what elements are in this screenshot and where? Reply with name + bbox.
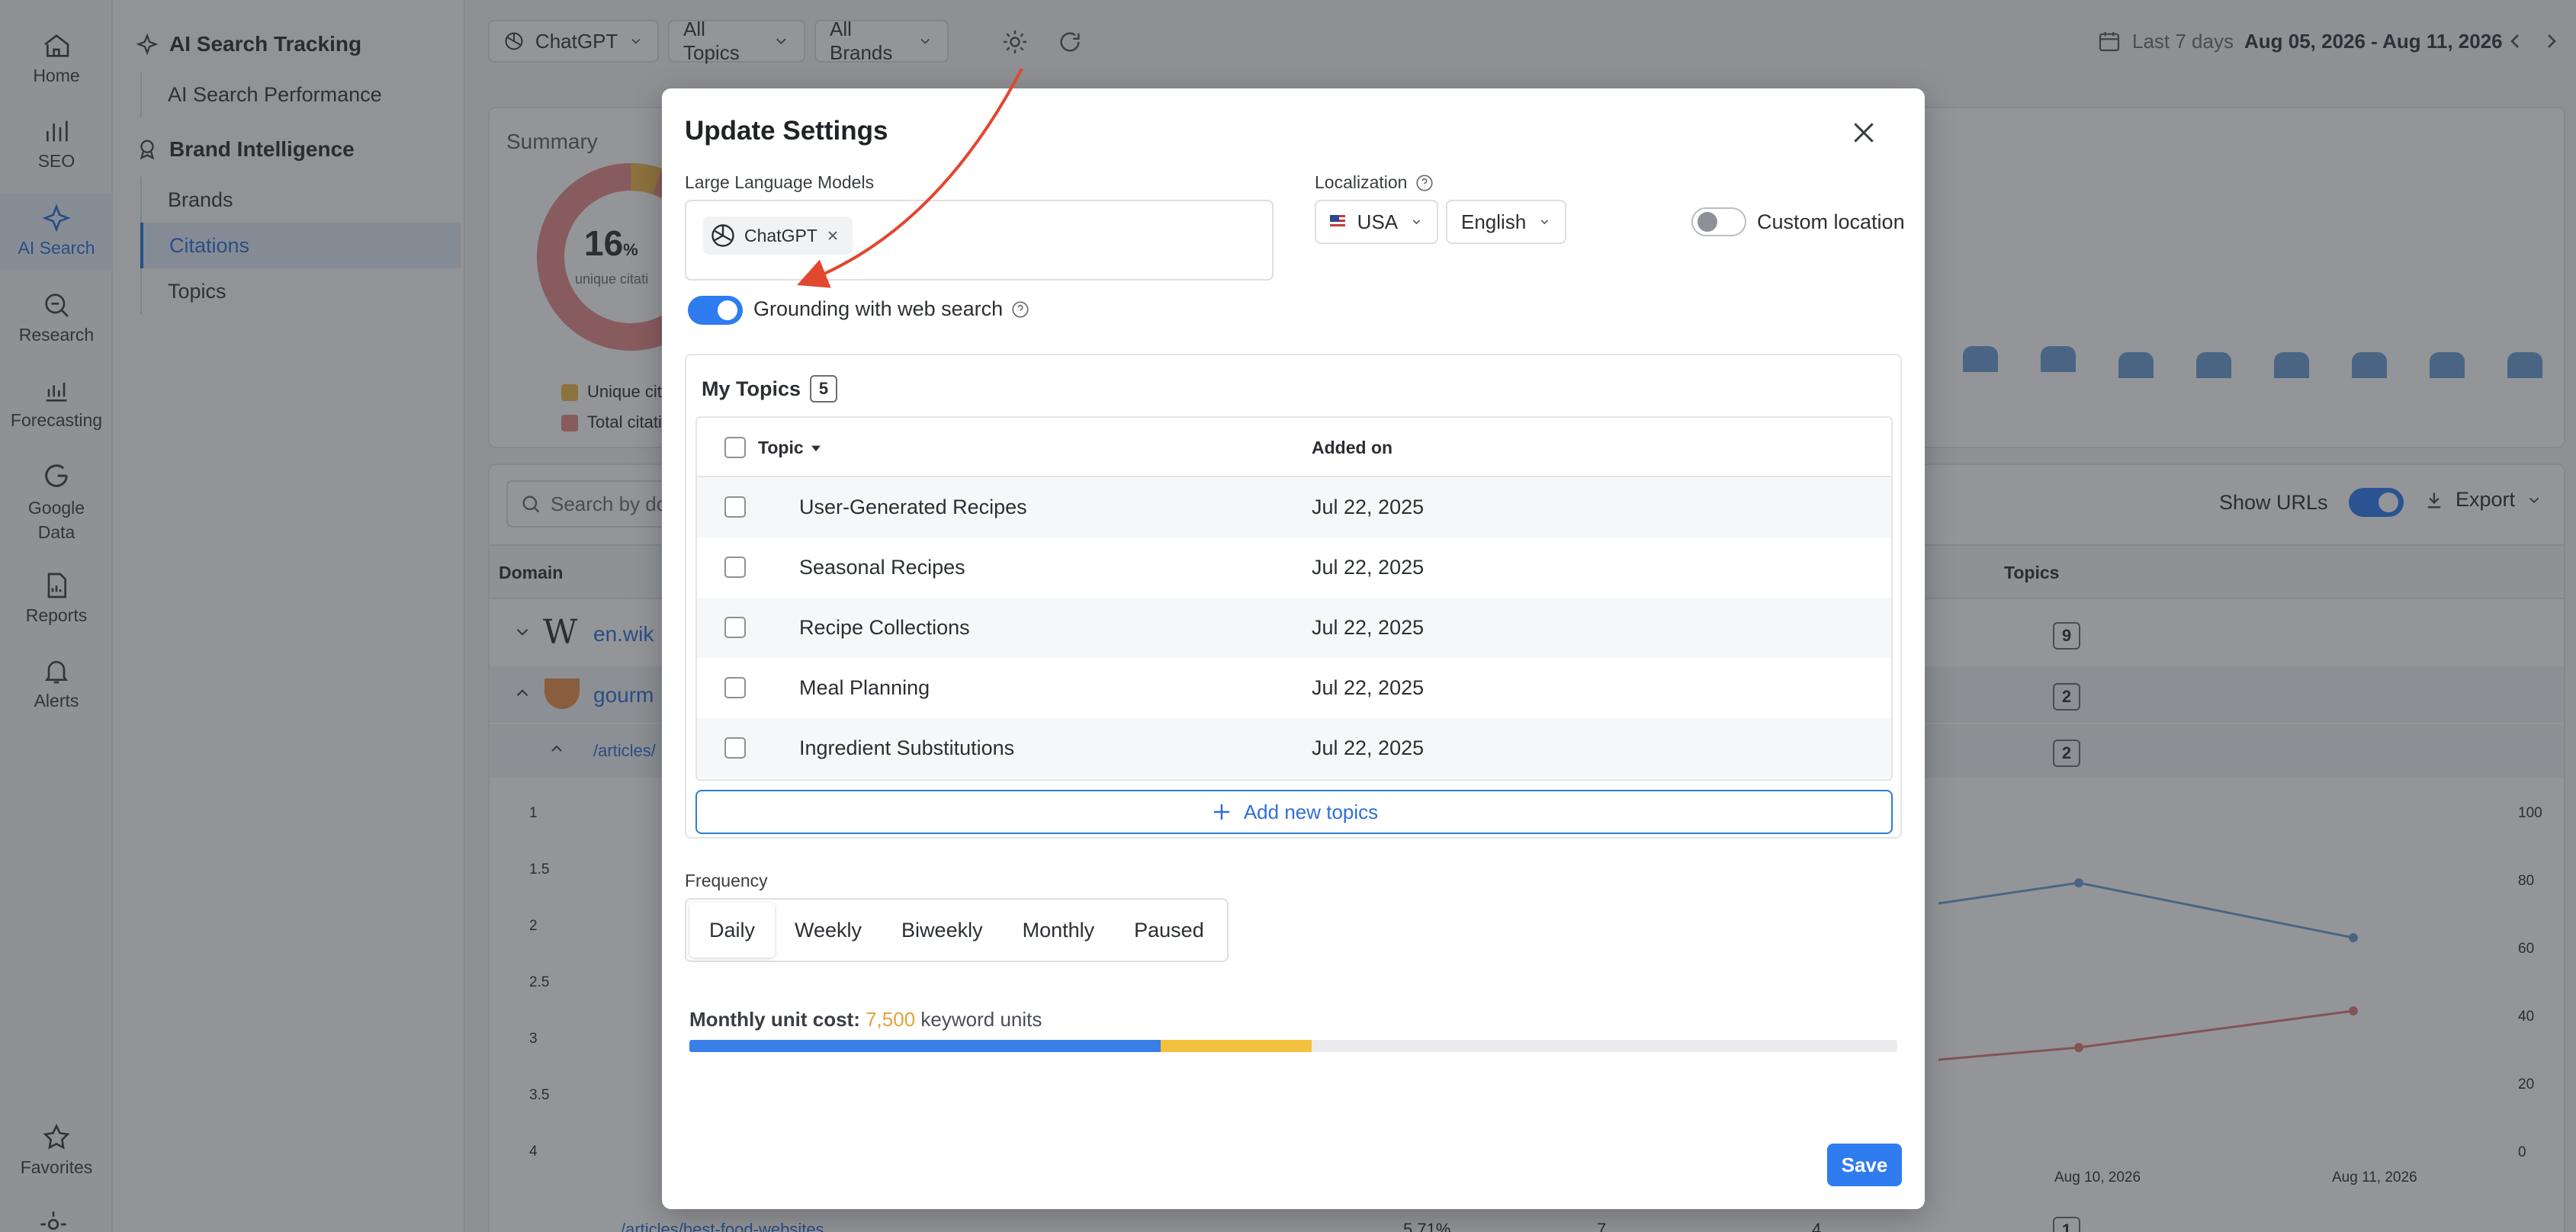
- table-row[interactable]: Ingredient Substitutions Jul 22, 2025: [697, 718, 1891, 778]
- my-topics-title: My Topics 5: [702, 375, 838, 403]
- frequency-selector: Daily Weekly Biweekly Monthly Paused: [685, 898, 1229, 962]
- save-button[interactable]: Save: [1827, 1144, 1902, 1186]
- col-topic-header[interactable]: Topic: [758, 438, 824, 458]
- frequency-paused[interactable]: Paused: [1114, 903, 1224, 958]
- row-checkbox[interactable]: [724, 557, 746, 578]
- topics-count-badge: 5: [810, 375, 838, 403]
- us-flag-icon: [1330, 215, 1345, 229]
- topics-table-header: Topic Added on: [697, 418, 1891, 477]
- sort-desc-icon: [811, 445, 821, 451]
- table-row[interactable]: User-Generated Recipes Jul 22, 2025: [697, 477, 1891, 537]
- add-topics-button[interactable]: Add new topics: [695, 790, 1893, 834]
- frequency-daily[interactable]: Daily: [689, 903, 776, 958]
- table-row[interactable]: Seasonal Recipes Jul 22, 2025: [697, 537, 1891, 598]
- monthly-cost: Monthly unit cost: 7,500 keyword units: [689, 1008, 1042, 1031]
- table-row[interactable]: Meal Planning Jul 22, 2025: [697, 658, 1891, 718]
- table-row[interactable]: Recipe Collections Jul 22, 2025: [697, 598, 1891, 658]
- localization-label: Localization: [1315, 172, 1434, 193]
- my-topics-panel: My Topics 5 Topic Added on User-Generate…: [685, 354, 1902, 839]
- llm-label: Large Language Models: [685, 172, 875, 192]
- row-checkbox[interactable]: [724, 677, 746, 698]
- chevron-down-icon: [1540, 220, 1549, 225]
- chatgpt-logo-icon: [711, 224, 734, 247]
- row-checkbox[interactable]: [724, 617, 746, 638]
- frequency-monthly[interactable]: Monthly: [1003, 903, 1115, 958]
- grounding-toggle[interactable]: [688, 296, 743, 325]
- llm-chip: ChatGPT: [703, 217, 853, 255]
- frequency-weekly[interactable]: Weekly: [775, 903, 882, 958]
- select-all-checkbox[interactable]: [724, 437, 746, 458]
- plus-icon: [1213, 804, 1229, 820]
- remove-chip-icon[interactable]: [825, 228, 840, 243]
- frequency-biweekly[interactable]: Biweekly: [882, 903, 1003, 958]
- custom-location-label: Custom location: [1757, 210, 1905, 233]
- meter-added: [1160, 1040, 1312, 1052]
- language-select[interactable]: English: [1446, 200, 1566, 244]
- custom-location-toggle[interactable]: [1691, 207, 1746, 236]
- unit-cost-meter: [689, 1040, 1897, 1052]
- close-icon[interactable]: [1848, 117, 1879, 148]
- help-icon[interactable]: [1010, 300, 1030, 319]
- frequency-label: Frequency: [685, 871, 768, 890]
- topics-table: Topic Added on User-Generated Recipes Ju…: [695, 416, 1893, 781]
- row-checkbox[interactable]: [724, 737, 746, 759]
- meter-used: [689, 1040, 1161, 1052]
- row-checkbox[interactable]: [724, 496, 746, 518]
- col-added-header: Added on: [1312, 438, 1393, 457]
- country-select[interactable]: USA: [1315, 200, 1438, 244]
- update-settings-modal: Update Settings Large Language Models Ch…: [662, 88, 1925, 1209]
- help-icon[interactable]: [1415, 173, 1434, 193]
- modal-title: Update Settings: [685, 116, 888, 146]
- grounding-label: Grounding with web search: [753, 297, 1030, 321]
- llm-multiselect[interactable]: ChatGPT: [685, 200, 1274, 281]
- chevron-down-icon: [1412, 220, 1421, 225]
